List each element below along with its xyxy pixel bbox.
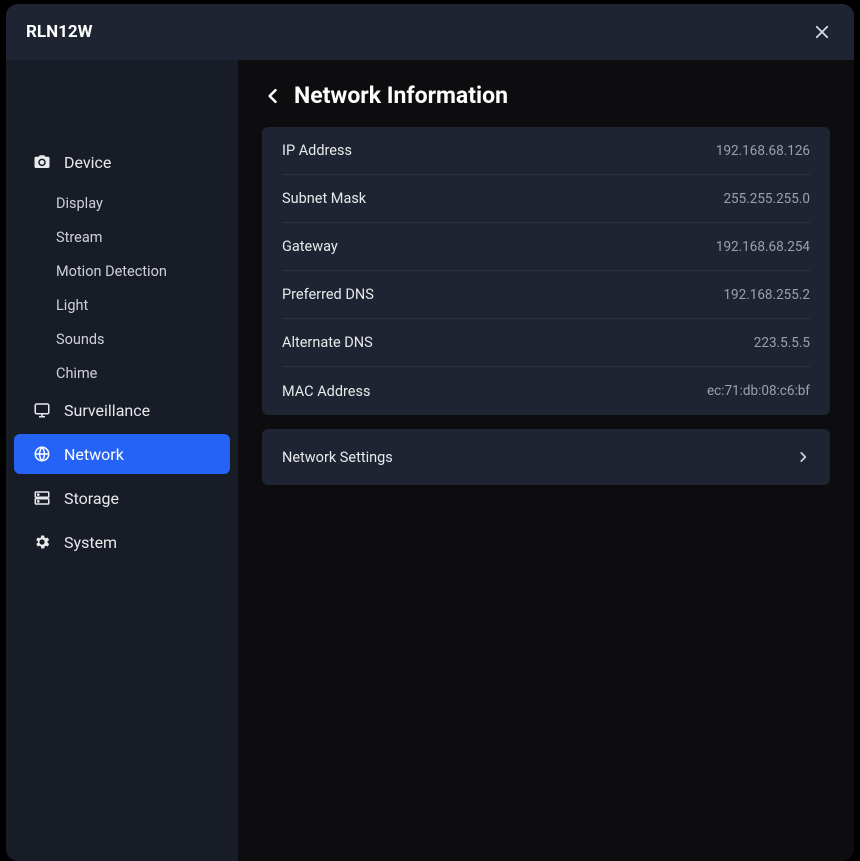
sidebar-item-label: Device [64, 153, 111, 172]
info-row-preferred-dns: Preferred DNS 192.168.255.2 [282, 271, 810, 319]
info-row-mac: MAC Address ec:71:db:08:c6:bf [282, 367, 810, 415]
gear-icon [32, 532, 52, 552]
sidebar-sub-label: Chime [56, 365, 97, 382]
info-row-ip: IP Address 192.168.68.126 [282, 127, 810, 175]
settings-modal: RLN12W Device Display [6, 4, 854, 861]
sidebar-item-network[interactable]: Network [14, 434, 230, 474]
sidebar: Device Display Stream Motion Detection L… [6, 60, 238, 861]
storage-icon [32, 488, 52, 508]
link-label: Network Settings [282, 449, 393, 466]
info-label: Alternate DNS [282, 334, 373, 351]
sidebar-sub-label: Light [56, 297, 88, 314]
network-settings-link[interactable]: Network Settings [262, 429, 830, 485]
sidebar-sub-motion-detection[interactable]: Motion Detection [6, 254, 238, 288]
info-row-alternate-dns: Alternate DNS 223.5.5.5 [282, 319, 810, 367]
page-header: Network Information [262, 60, 830, 127]
device-title: RLN12W [26, 22, 92, 42]
info-value: 255.255.255.0 [723, 191, 810, 207]
info-value: 223.5.5.5 [754, 335, 810, 351]
sidebar-item-label: Surveillance [64, 401, 150, 420]
info-label: MAC Address [282, 383, 370, 400]
monitor-icon [32, 400, 52, 420]
content-area: Network Information IP Address 192.168.6… [238, 60, 854, 861]
info-row-subnet: Subnet Mask 255.255.255.0 [282, 175, 810, 223]
info-label: IP Address [282, 142, 352, 159]
chevron-right-icon [796, 450, 810, 464]
sidebar-item-label: Storage [64, 489, 119, 508]
info-value: ec:71:db:08:c6:bf [707, 383, 810, 399]
globe-icon [32, 444, 52, 464]
modal-body: Device Display Stream Motion Detection L… [6, 60, 854, 861]
sidebar-sub-label: Sounds [56, 331, 105, 348]
info-label: Preferred DNS [282, 286, 374, 303]
info-row-gateway: Gateway 192.168.68.254 [282, 223, 810, 271]
camera-icon [32, 152, 52, 172]
sidebar-item-storage[interactable]: Storage [14, 478, 230, 518]
close-button[interactable] [808, 18, 836, 46]
network-info-card: IP Address 192.168.68.126 Subnet Mask 25… [262, 127, 830, 415]
sidebar-item-label: Network [64, 445, 124, 464]
sidebar-sub-sounds[interactable]: Sounds [6, 322, 238, 356]
sidebar-sub-chime[interactable]: Chime [6, 356, 238, 390]
sidebar-sub-label: Motion Detection [56, 263, 167, 280]
back-button[interactable] [262, 85, 284, 107]
sidebar-item-device[interactable]: Device [14, 142, 230, 182]
info-label: Gateway [282, 238, 338, 255]
info-value: 192.168.255.2 [723, 287, 810, 303]
sidebar-sub-stream[interactable]: Stream [6, 220, 238, 254]
sidebar-sub-label: Stream [56, 229, 102, 246]
sidebar-item-label: System [64, 533, 117, 552]
chevron-left-icon [263, 86, 283, 106]
sidebar-sub-display[interactable]: Display [6, 186, 238, 220]
sidebar-sub-label: Display [56, 195, 103, 212]
info-value: 192.168.68.126 [716, 143, 810, 159]
titlebar: RLN12W [6, 4, 854, 60]
close-icon [813, 23, 831, 41]
info-label: Subnet Mask [282, 190, 366, 207]
sidebar-item-surveillance[interactable]: Surveillance [14, 390, 230, 430]
info-value: 192.168.68.254 [716, 239, 810, 255]
page-title: Network Information [294, 82, 508, 109]
sidebar-item-system[interactable]: System [14, 522, 230, 562]
sidebar-sub-light[interactable]: Light [6, 288, 238, 322]
